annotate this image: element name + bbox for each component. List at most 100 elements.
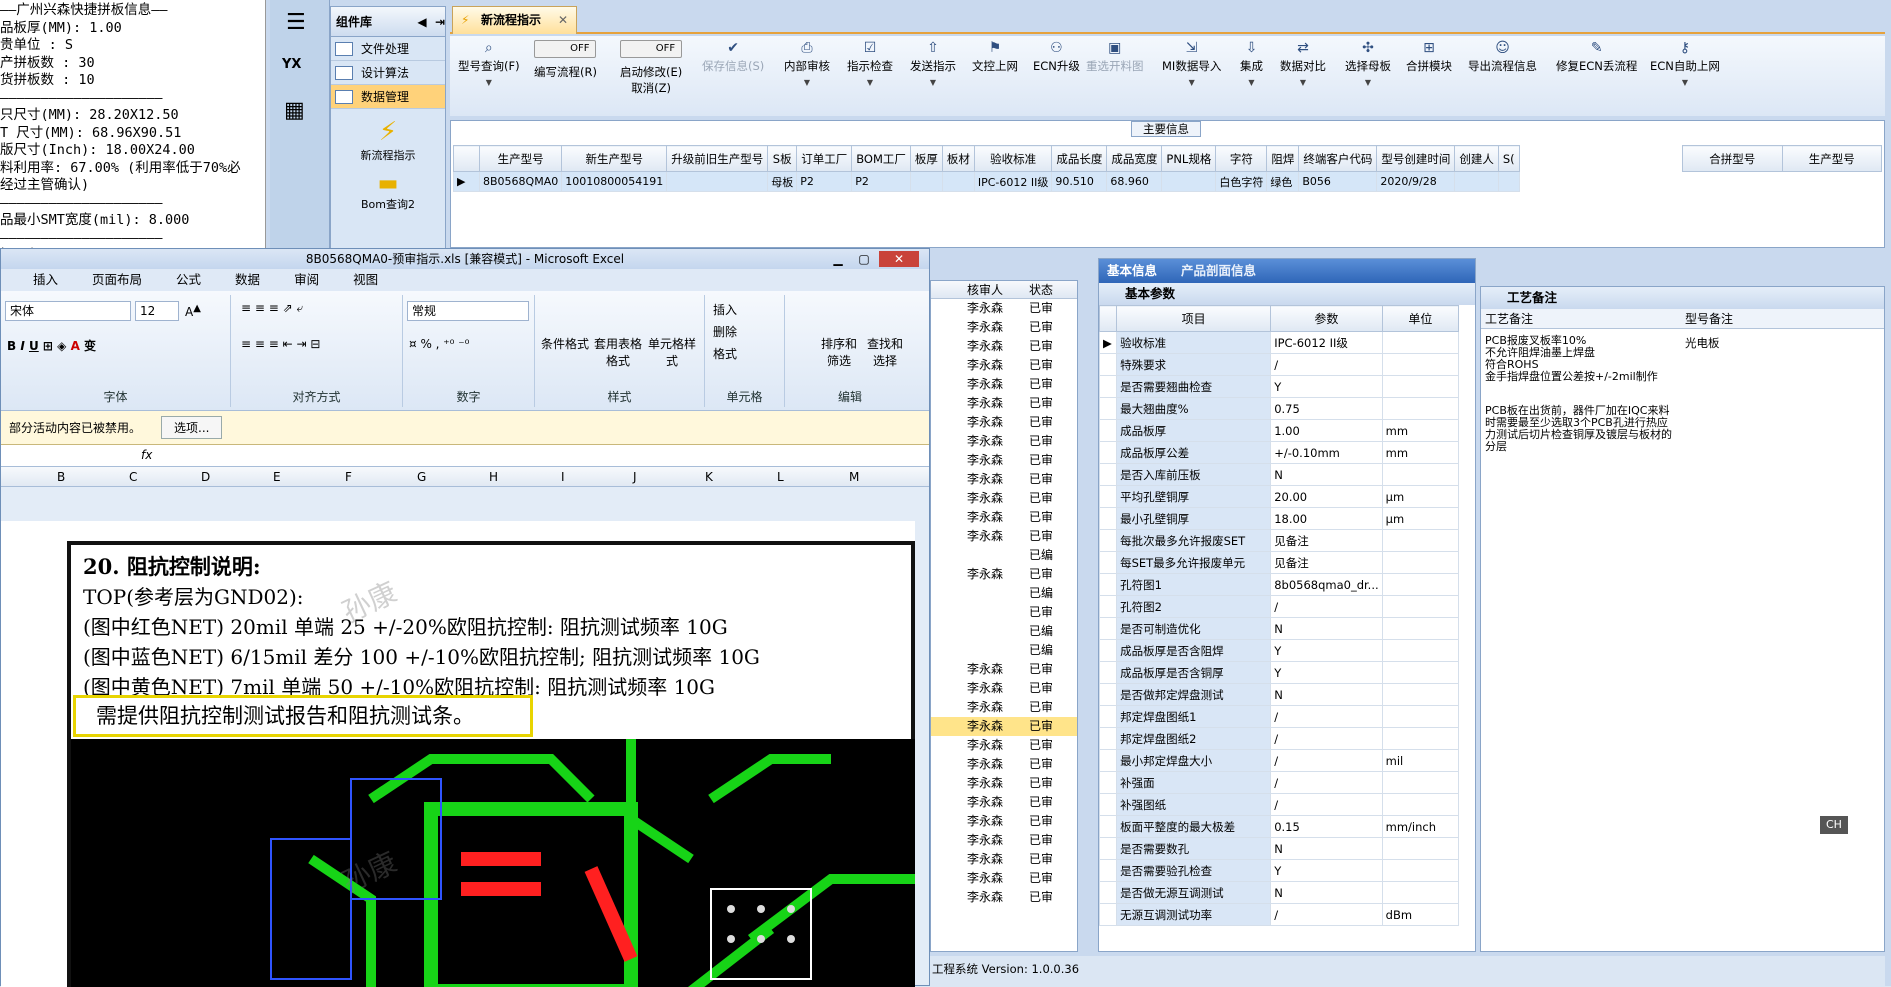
font-family-select[interactable]: 宋体	[5, 301, 131, 321]
reviewer-row[interactable]: 李永森 已审	[931, 413, 1077, 432]
reviewer-row[interactable]: 李永森 已审	[931, 869, 1077, 888]
reviewer-row[interactable]: 李永森 已审	[931, 736, 1077, 755]
bold-button[interactable]: B I U ⊞ ◈ A 变	[7, 337, 96, 354]
column-header[interactable]: E	[273, 470, 281, 484]
sort-filter-button[interactable]: 排序和筛选	[819, 335, 859, 369]
ribbon-tab[interactable]: 审阅	[294, 269, 319, 291]
tab-basic-info[interactable]: 基本信息	[1107, 263, 1157, 278]
column-header[interactable]: H	[489, 470, 498, 484]
reviewer-row[interactable]: 李永森 已审	[931, 489, 1077, 508]
reviewer-row[interactable]: 李永森 已审	[931, 356, 1077, 375]
send-button[interactable]: ⇧ 发送指示 ▼	[910, 40, 956, 87]
process-note-text-2[interactable]: PCB板在出货前，器件厂加在IQC来料时需要最至少选取3个PCB孔进行热应力测试…	[1485, 405, 1675, 453]
insert-cell-button[interactable]: 插入	[713, 301, 737, 318]
main-col-header[interactable]: 新生产型号	[561, 145, 668, 172]
main-col-header[interactable]: 字符	[1215, 145, 1268, 172]
reviewer-row[interactable]: 已编	[931, 641, 1077, 660]
font-size-select[interactable]: 12	[135, 301, 179, 321]
reviewer-row[interactable]: 李永森 已审	[931, 888, 1077, 907]
main-cell[interactable]: P2	[796, 171, 853, 192]
ribbon-tab[interactable]: 插入	[33, 269, 58, 291]
column-header[interactable]: J	[633, 470, 637, 484]
doc-online-button[interactable]: ⚑ 文控上网	[972, 40, 1018, 74]
param-row[interactable]: 是否入库前压板 N	[1098, 463, 1460, 486]
main-cell[interactable]: 8B0568QMA0	[478, 171, 563, 192]
number-format-icons[interactable]: ¤ % , ⁺⁰ ⁻⁰	[409, 337, 469, 351]
main-cell[interactable]: 10010800054191	[561, 171, 668, 192]
ime-indicator[interactable]: CH	[1820, 816, 1848, 834]
conditional-format-button[interactable]: 条件格式	[541, 335, 589, 352]
main-cell[interactable]: 68.960	[1106, 171, 1163, 192]
main-cell[interactable]: B056	[1298, 171, 1378, 192]
param-row[interactable]: ▶ 验收标准 IPC-6012 II级	[1098, 331, 1460, 354]
main-col-header[interactable]: 终端客户代码	[1298, 145, 1378, 172]
nav-item-algorithm[interactable]: 设计算法	[331, 61, 445, 85]
param-row[interactable]: 是否可制造优化 N	[1098, 617, 1460, 640]
param-row[interactable]: 无源互调测试功率 / dBm	[1098, 903, 1460, 926]
select-mother-button[interactable]: ✣ 选择母板 ▼	[1345, 40, 1391, 87]
close-window-icon[interactable]: ✕	[879, 251, 919, 267]
param-row[interactable]: 最大翘曲度% 0.75	[1098, 397, 1460, 420]
reviewer-row[interactable]: 李永森 已审	[931, 755, 1077, 774]
check-button[interactable]: ☑ 指示检查 ▼	[847, 40, 893, 87]
column-header[interactable]: M	[849, 470, 859, 484]
main-cell[interactable]	[1497, 171, 1520, 192]
main-col-header[interactable]: PNL规格	[1161, 145, 1217, 172]
main-col-header[interactable]: S板	[767, 145, 798, 172]
merge-table[interactable]: 合拼型号 生产型号	[1682, 145, 1882, 172]
maximize-icon[interactable]: ▢	[853, 251, 875, 267]
main-cell[interactable]	[909, 171, 943, 192]
reviewer-row[interactable]: 已审	[931, 603, 1077, 622]
param-row[interactable]: 孔符图1 8b0568qma0_dr...	[1098, 573, 1460, 596]
param-row[interactable]: 是否需要验孔检查 Y	[1098, 859, 1460, 882]
main-col-header[interactable]: 验收标准	[973, 145, 1053, 172]
main-cell[interactable]	[1454, 171, 1499, 192]
reviewer-row[interactable]: 已编	[931, 546, 1077, 565]
reviewer-row[interactable]: 李永森 已审	[931, 831, 1077, 850]
compare-button[interactable]: ⇄ 数据对比 ▼	[1280, 40, 1326, 87]
main-cell[interactable]	[941, 171, 975, 192]
column-header[interactable]: K	[705, 470, 713, 484]
param-row[interactable]: 是否需要数孔 N	[1098, 837, 1460, 860]
worksheet[interactable]: 20. 阻抗控制说明: TOP(参考层为GND02): (图中红色NET) 20…	[1, 521, 915, 987]
minimize-icon[interactable]: ▁	[827, 251, 849, 267]
param-row[interactable]: 最小孔壁铜厚 18.00 μm	[1098, 507, 1460, 530]
process-note-text[interactable]: PCB报废叉板率10% 不允许阻焊油墨上焊盘 符合ROHS 金手指焊盘位置公差按…	[1485, 335, 1675, 383]
reviewer-row[interactable]: 李永森 已审	[931, 432, 1077, 451]
main-cell[interactable]	[1161, 171, 1217, 192]
font-grow-icon[interactable]: A▲	[185, 303, 201, 319]
basic-params-table[interactable]: 项目 参数 单位 ▶ 验收标准 IPC-6012 II级 特殊要求 / 是否需要翘曲检查 Y 最大…	[1098, 305, 1460, 926]
main-col-header[interactable]: 订单工厂	[796, 145, 853, 172]
column-header[interactable]: I	[561, 470, 565, 484]
main-col-header[interactable]: 成品长度	[1051, 145, 1108, 172]
reviewer-row[interactable]: 李永森 已审	[931, 565, 1077, 584]
align-icons-2[interactable]: ≡ ≡ ≡ ⇤ ⇥ ⊟	[241, 337, 320, 351]
reselect-button[interactable]: ▣ 重选开料图	[1086, 40, 1144, 74]
param-row[interactable]: 最小邦定焊盘大小 / mil	[1098, 749, 1460, 772]
merge-module-button[interactable]: ⊞ 合拼模块	[1406, 40, 1452, 74]
reviewer-row[interactable]: 李永森 已审	[931, 717, 1077, 736]
formula-bar[interactable]: fx	[1, 445, 929, 467]
main-col-header[interactable]: 板材	[941, 145, 975, 172]
notepad-text[interactable]: ——广州兴森快捷拼板信息—— 品板厚(MM): 1.00 贵单位 : S 产拼板…	[0, 0, 266, 255]
export-flow-button[interactable]: ☺ 导出流程信息	[1468, 40, 1537, 74]
reviewer-row[interactable]: 李永森 已审	[931, 679, 1077, 698]
reviewer-row[interactable]: 李永森 已审	[931, 508, 1077, 527]
fx-icon[interactable]: fx	[141, 448, 152, 462]
param-row[interactable]: 邦定焊盘图纸1/	[1098, 705, 1460, 728]
format-cell-button[interactable]: 格式	[713, 345, 737, 362]
ecn-self-button[interactable]: ⚷ ECN自助上网 ▼	[1650, 40, 1720, 87]
ribbon-tab[interactable]: 页面布局	[92, 269, 142, 291]
param-row[interactable]: 成品板厚公差 +/-0.10mm mm	[1098, 441, 1460, 464]
param-row[interactable]: 每SET最多允许报废单元 见备注	[1098, 551, 1460, 574]
internal-review-button[interactable]: ⎙ 内部审核 ▼	[784, 40, 830, 87]
main-col-header[interactable]: 板厚	[909, 145, 943, 172]
mi-import-button[interactable]: ⇲ MI数据导入 ▼	[1162, 40, 1221, 87]
column-headers[interactable]: B C D E F G H I J K L M	[1, 467, 929, 487]
main-cell[interactable]	[666, 171, 769, 192]
nav-item-file[interactable]: 文件处理	[331, 37, 445, 61]
column-header[interactable]: L	[777, 470, 784, 484]
bom-query-button[interactable]: ▬ Bom查询2	[331, 171, 445, 212]
param-row[interactable]: 邦定焊盘图纸2/	[1098, 727, 1460, 750]
main-col-header[interactable]: 成品宽度	[1106, 145, 1163, 172]
